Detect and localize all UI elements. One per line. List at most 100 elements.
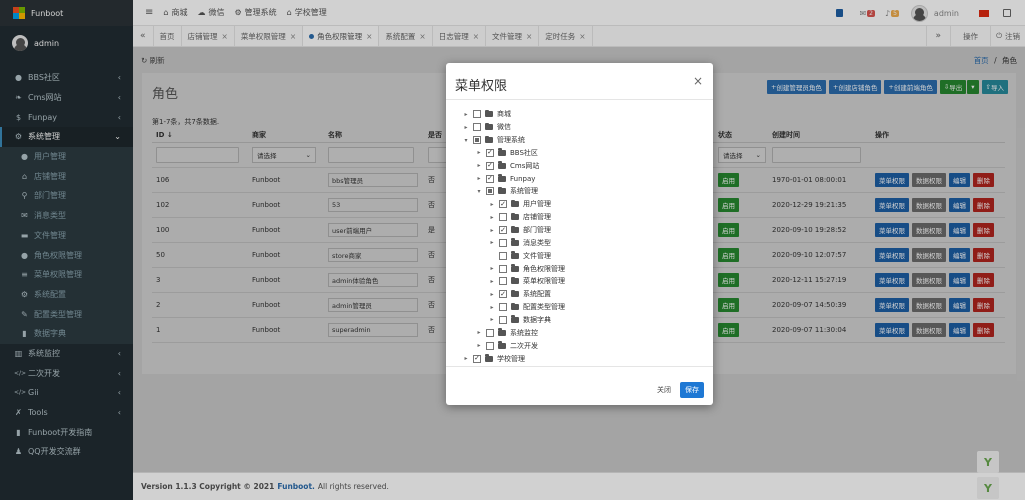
tree-node[interactable]: ▸ ✓ 系统配置 <box>488 288 551 301</box>
folder-icon <box>511 276 519 285</box>
tree-node-label: Funpay <box>510 174 536 183</box>
folder-icon <box>498 341 506 349</box>
caret-right-icon[interactable]: ▸ <box>488 291 496 298</box>
modal-divider <box>446 99 713 100</box>
tree-node-label: 系统监控 <box>510 328 538 337</box>
tree-node[interactable]: ▾ 管理系统 <box>462 134 525 147</box>
caret-right-icon[interactable]: ▸ <box>488 214 496 221</box>
tree-checkbox[interactable]: ✓ <box>473 354 481 363</box>
tree-node-label: 学校管理 <box>497 354 525 363</box>
caret-right-icon[interactable]: ▸ <box>488 304 496 311</box>
tree-node[interactable]: ▸ 配置类型管理 <box>488 301 565 314</box>
tree-node-label: 店铺管理 <box>523 213 551 222</box>
caret-right-icon[interactable]: ▸ <box>462 355 470 362</box>
modal-close-button[interactable]: 关闭 <box>657 385 671 395</box>
caret-right-icon[interactable]: ▸ <box>475 175 483 182</box>
folder-icon <box>511 225 519 234</box>
tree-node-label: 消息类型 <box>523 238 551 247</box>
tree-node-label: 数据字典 <box>523 315 551 324</box>
tree-node-label: 管理系统 <box>497 136 525 145</box>
tree-checkbox[interactable]: ✓ <box>486 174 494 183</box>
tree-node-label: 配置类型管理 <box>523 303 565 312</box>
tree-node[interactable]: ▸ 数据字典 <box>488 314 551 327</box>
tree-node[interactable]: ▸ ✓ Cms网站 <box>475 159 539 172</box>
caret-right-icon[interactable]: ▸ <box>475 342 483 349</box>
tree-node-label: 文件管理 <box>523 251 551 260</box>
folder-icon <box>498 328 506 336</box>
tree-checkbox[interactable] <box>473 136 481 145</box>
tree-node[interactable]: 文件管理 <box>488 249 551 262</box>
folder-icon <box>511 264 519 272</box>
folder-icon <box>485 135 493 144</box>
tree-checkbox[interactable]: ✓ <box>499 226 507 235</box>
tree-node-label: 部门管理 <box>523 226 551 235</box>
folder-icon <box>498 174 506 182</box>
modal-save-button[interactable]: 保存 <box>680 382 704 398</box>
caret-right-icon[interactable]: ▸ <box>475 149 483 156</box>
tree-node[interactable]: ▸ ✓ 学校管理 <box>462 352 525 365</box>
tree-node[interactable]: ▾ 系统管理 <box>475 185 538 198</box>
caret-right-icon[interactable]: ▸ <box>462 124 470 131</box>
tree-checkbox[interactable] <box>486 328 494 337</box>
caret-right-icon[interactable]: ▸ <box>488 265 496 272</box>
folder-icon <box>485 122 493 131</box>
tree-node[interactable]: ▸ 商城 <box>462 108 511 121</box>
tree-node[interactable]: ▸ ✓ 用户管理 <box>488 198 551 211</box>
tree-checkbox[interactable] <box>473 123 481 132</box>
tree-checkbox[interactable] <box>473 110 481 119</box>
tree-checkbox[interactable] <box>499 264 507 273</box>
tree-checkbox[interactable] <box>499 277 507 286</box>
folder-icon <box>511 199 519 208</box>
caret-right-icon[interactable]: ▸ <box>475 329 483 336</box>
tree-node[interactable]: ▸ 菜单权限管理 <box>488 275 565 288</box>
folder-icon <box>498 186 506 195</box>
tree-checkbox[interactable] <box>499 238 507 247</box>
caret-right-icon[interactable]: ▸ <box>488 239 496 246</box>
folder-icon <box>485 354 493 362</box>
tree-node[interactable]: ▸ 二次开发 <box>475 339 538 352</box>
modal-title: 菜单权限 <box>455 79 508 94</box>
tree-checkbox[interactable] <box>486 187 494 196</box>
modal-footer: 关闭 保存 <box>657 382 704 398</box>
tree-checkbox[interactable]: ✓ <box>499 290 507 299</box>
tree-checkbox[interactable] <box>486 341 494 350</box>
tree-node[interactable]: ▸ 消息类型 <box>488 237 551 250</box>
tree-node-label: 商城 <box>497 110 511 119</box>
tree-node-label: 菜单权限管理 <box>523 277 565 286</box>
tree-node[interactable]: ▸ ✓ 部门管理 <box>488 224 551 237</box>
tree-node-label: 系统配置 <box>523 290 551 299</box>
tree-node[interactable]: ▸ 角色权限管理 <box>488 262 565 275</box>
folder-icon <box>511 212 519 221</box>
tree-node-label: 微信 <box>497 123 511 132</box>
caret-down-icon[interactable]: ▾ <box>462 137 470 144</box>
tree-checkbox[interactable] <box>499 303 507 312</box>
caret-right-icon[interactable]: ▸ <box>488 278 496 285</box>
caret-right-icon[interactable]: ▸ <box>488 201 496 208</box>
modal-divider <box>446 366 713 367</box>
caret-right-icon[interactable]: ▸ <box>488 316 496 323</box>
folder-icon <box>498 161 506 169</box>
caret-right-icon[interactable]: ▸ <box>475 162 483 169</box>
tree-node-label: BBS社区 <box>510 148 538 157</box>
tree-node[interactable]: ▸ 微信 <box>462 121 511 134</box>
folder-icon <box>485 109 493 118</box>
tree-checkbox[interactable]: ✓ <box>486 148 494 157</box>
tree-checkbox[interactable] <box>499 213 507 222</box>
tree-node-label: 用户管理 <box>523 200 551 209</box>
tree-checkbox[interactable] <box>499 251 507 260</box>
tree-checkbox[interactable] <box>499 315 507 324</box>
tree-node-label: 角色权限管理 <box>523 264 565 273</box>
tree-checkbox[interactable]: ✓ <box>499 200 507 209</box>
close-icon[interactable]: × <box>693 74 703 88</box>
tree-node[interactable]: ▸ 系统监控 <box>475 326 538 339</box>
tree-node[interactable]: ▸ ✓ Funpay <box>475 172 535 185</box>
folder-icon <box>498 148 506 156</box>
tree-node-label: 二次开发 <box>510 341 538 350</box>
caret-right-icon[interactable]: ▸ <box>462 111 470 118</box>
tree-node-label: 系统管理 <box>510 187 538 196</box>
caret-right-icon[interactable]: ▸ <box>488 227 496 234</box>
tree-checkbox[interactable]: ✓ <box>486 161 494 170</box>
tree-node[interactable]: ▸ ✓ BBS社区 <box>475 147 538 160</box>
caret-down-icon[interactable]: ▾ <box>475 188 483 195</box>
tree-node[interactable]: ▸ 店铺管理 <box>488 211 551 224</box>
